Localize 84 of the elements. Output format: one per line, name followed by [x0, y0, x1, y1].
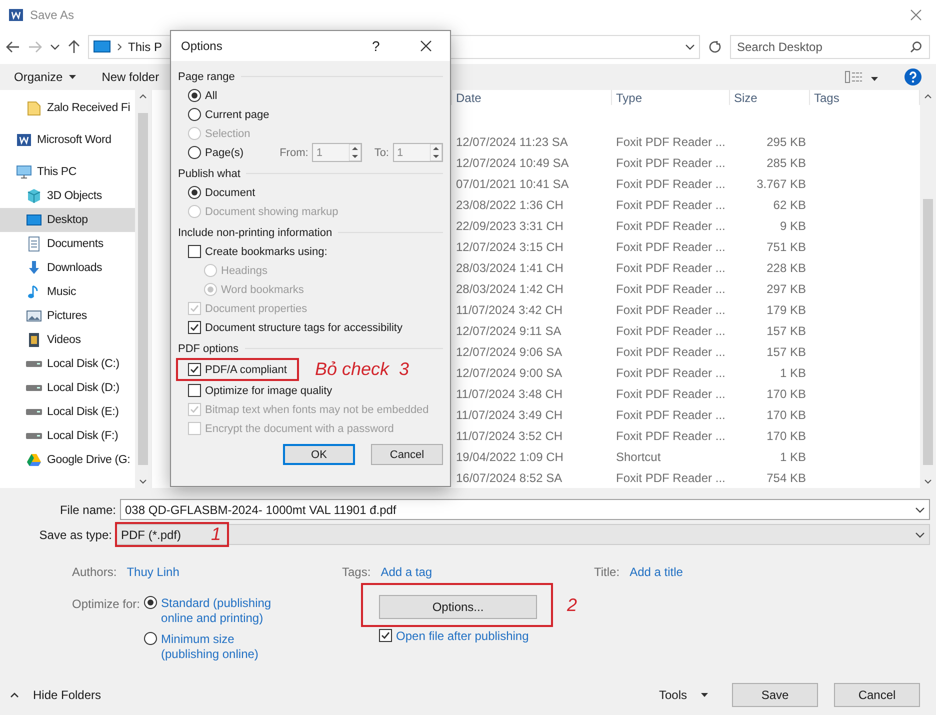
size-cell-text: 1 KB	[778, 450, 807, 464]
type-cell-text: Foxit PDF Reader ...	[615, 324, 726, 338]
date-cell-text: 28/03/2024 1:42 CH	[455, 282, 564, 296]
date-cell-text: 12/07/2024 10:49 SA	[455, 156, 570, 170]
type-cell-text: Foxit PDF Reader ...	[615, 470, 726, 484]
date-cell-text: 19/04/2022 1:09 CH	[455, 450, 564, 464]
option-label: Current page	[205, 108, 270, 120]
size-cell-text: 295 KB	[766, 134, 807, 148]
size-cell-text: 228 KB	[766, 260, 807, 274]
from-label: From:	[280, 146, 308, 158]
date-cell-text: 11/07/2024 3:42 CH	[455, 302, 564, 316]
type-cell-text: Foxit PDF Reader ...	[615, 344, 726, 358]
option-label: Encrypt the document with a password	[205, 422, 394, 434]
date-cell-text: 16/07/2024 8:52 SA	[455, 470, 564, 484]
type-cell-text: Foxit PDF Reader ...	[615, 134, 726, 148]
date-cell-text: 12/07/2024 3:15 CH	[455, 240, 564, 254]
field-label: Authors:	[72, 565, 117, 579]
type-cell-text: Foxit PDF Reader ...	[615, 428, 726, 442]
date-cell-text: 12/07/2024 9:00 SA	[455, 366, 564, 380]
type-cell-text: Foxit PDF Reader ...	[615, 386, 726, 400]
field-label: Title:	[594, 565, 620, 579]
type-cell-text: Foxit PDF Reader ...	[615, 366, 726, 380]
type-cell-text: Shortcut	[615, 450, 662, 464]
size-cell-text: 179 KB	[766, 302, 807, 316]
date-cell-text: 28/03/2024 1:41 CH	[455, 260, 564, 274]
field-label: File name:	[58, 502, 116, 516]
date-cell-text: 07/01/2021 10:41 SA	[455, 176, 570, 190]
option-label: Create bookmarks using:	[205, 246, 328, 258]
type-cell-text: Foxit PDF Reader ...	[615, 198, 726, 212]
size-cell-text: 751 KB	[766, 240, 807, 254]
date-cell-text: 11/07/2024 3:49 CH	[455, 408, 564, 422]
annotation-frame: PDF (*.pdf) 1	[115, 522, 230, 547]
type-cell-text: Foxit PDF Reader ...	[615, 302, 726, 316]
annotation-text: 2	[567, 594, 578, 616]
section-heading: PDF options	[178, 342, 239, 354]
option-label: PDF/A compliant	[205, 364, 287, 376]
type-cell-text: Foxit PDF Reader ...	[615, 176, 726, 190]
option-label: Document properties	[205, 302, 308, 314]
option-label: Document structure tags for accessibility	[205, 322, 402, 334]
option-label: Optimize for image quality	[205, 384, 332, 396]
option-label: Document showing markup	[205, 206, 338, 218]
date-cell-text: 22/09/2023 3:31 CH	[455, 218, 564, 232]
date-cell-text: 12/07/2024 11:23 SA	[455, 134, 569, 148]
type-cell-text: Foxit PDF Reader ...	[615, 260, 726, 274]
type-cell-text: Foxit PDF Reader ...	[615, 156, 726, 170]
type-cell-text: Foxit PDF Reader ...	[615, 240, 726, 254]
size-cell-text: 9 KB	[778, 218, 807, 232]
option-label: Headings	[221, 264, 268, 276]
size-cell-text: 62 KB	[772, 198, 807, 212]
option-label: Word bookmarks	[221, 284, 304, 296]
size-cell-text: 157 KB	[766, 324, 807, 338]
option-label: Selection	[205, 128, 250, 140]
section-heading: Publish what	[178, 168, 240, 180]
option-label: Document	[205, 186, 256, 198]
field-label: Tags:	[342, 565, 371, 579]
field-label: Optimize for:	[72, 597, 140, 613]
size-cell-text: 754 KB	[766, 470, 807, 484]
size-cell-text: 3.767 KB	[756, 176, 807, 190]
annotation-text: Bỏ check 3	[315, 359, 410, 380]
type-cell-text: Foxit PDF Reader ...	[615, 408, 726, 422]
date-cell-text: 12/07/2024 9:06 SA	[455, 344, 564, 358]
size-cell-text: 1 KB	[778, 366, 807, 380]
dialog-title: Options	[181, 39, 224, 53]
option-label: Bitmap text when fonts may not be embedded	[205, 404, 429, 416]
size-cell-text: 157 KB	[766, 344, 807, 358]
size-cell-text: 285 KB	[766, 156, 807, 170]
type-cell-text: Foxit PDF Reader ...	[615, 218, 726, 232]
section-heading: Page range	[178, 70, 235, 82]
type-cell-text: Foxit PDF Reader ...	[615, 282, 726, 296]
to-label: To:	[374, 146, 389, 158]
option-label: Page(s)	[205, 146, 244, 158]
field-label: Save as type:	[38, 528, 112, 542]
date-cell-text: 11/07/2024 3:52 CH	[455, 428, 564, 442]
size-cell-text: 170 KB	[766, 408, 807, 422]
window-title: Save As	[30, 8, 76, 22]
size-cell-text: 170 KB	[766, 428, 807, 442]
section-heading: Include non-printing information	[178, 226, 332, 238]
annotation-text: 1	[211, 524, 222, 545]
option-label: All	[205, 90, 218, 102]
date-cell-text: 11/07/2024 3:48 CH	[455, 386, 564, 400]
date-cell-text: 23/08/2022 1:36 CH	[455, 198, 564, 212]
date-cell-text: 12/07/2024 9:11 SA	[455, 324, 562, 338]
size-cell-text: 297 KB	[766, 282, 807, 296]
size-cell-text: 170 KB	[766, 386, 807, 400]
